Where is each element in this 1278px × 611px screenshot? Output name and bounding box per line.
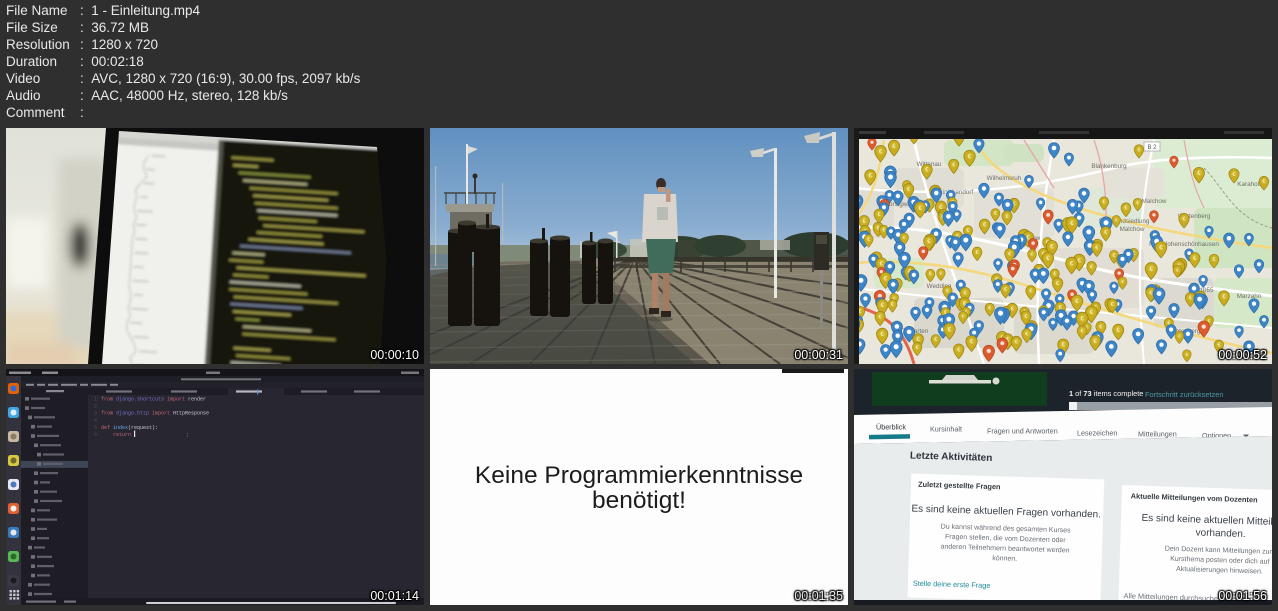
svg-text:index: index [113,425,128,431]
svg-text:from: from [101,411,116,417]
svg-text:def: def [101,425,113,431]
svg-text:django.shortcuts: django.shortcuts [116,397,167,403]
svg-text:import: import [167,397,188,403]
svg-text:Fortschritt zurücksetzen: Fortschritt zurücksetzen [1145,390,1223,399]
svg-text:Blankenburg: Blankenburg [1091,163,1127,170]
svg-text:1: 1 [94,397,97,403]
svg-text:5: 5 [94,425,97,431]
svg-text:render: render [188,397,206,403]
svg-text:Kursinhalt: Kursinhalt [930,425,962,434]
svg-text:import: import [152,411,173,417]
svg-text:Malchow: Malchow [1120,226,1145,233]
svg-text:return: return [101,432,134,438]
svg-text:Malchow: Malchow [1142,198,1167,205]
svg-text:from: from [101,397,116,403]
svg-text:6: 6 [94,432,97,438]
svg-text:4: 4 [94,418,97,424]
svg-text:Lesezeichen: Lesezeichen [1077,429,1117,438]
svg-text:Karaholt: Karaholt [1237,181,1261,188]
svg-text:1 of 73 items complete: 1 of 73 items complete [1069,389,1143,398]
svg-text:(request):: (request): [128,425,158,431]
svg-text:vorhanden.: vorhanden. [1195,527,1245,540]
svg-text:Wilhelmsruh: Wilhelmsruh [987,175,1022,182]
svg-text:HttpResponse: HttpResponse [173,411,209,417]
svg-text:Marzahn: Marzahn [1237,293,1262,300]
svg-text:3: 3 [94,411,97,417]
svg-text:können.: können. [992,555,1017,563]
svg-text:Überblick: Überblick [876,423,906,432]
svg-text:django.http: django.http [116,411,152,417]
svg-text:B 2: B 2 [1147,145,1157,151]
svg-text:2: 2 [94,404,97,410]
svg-text:Mitteilungen: Mitteilungen [1138,430,1177,439]
svg-text:;: ; [186,432,189,438]
svg-text:Fragen und Antworten: Fragen und Antworten [987,427,1058,436]
